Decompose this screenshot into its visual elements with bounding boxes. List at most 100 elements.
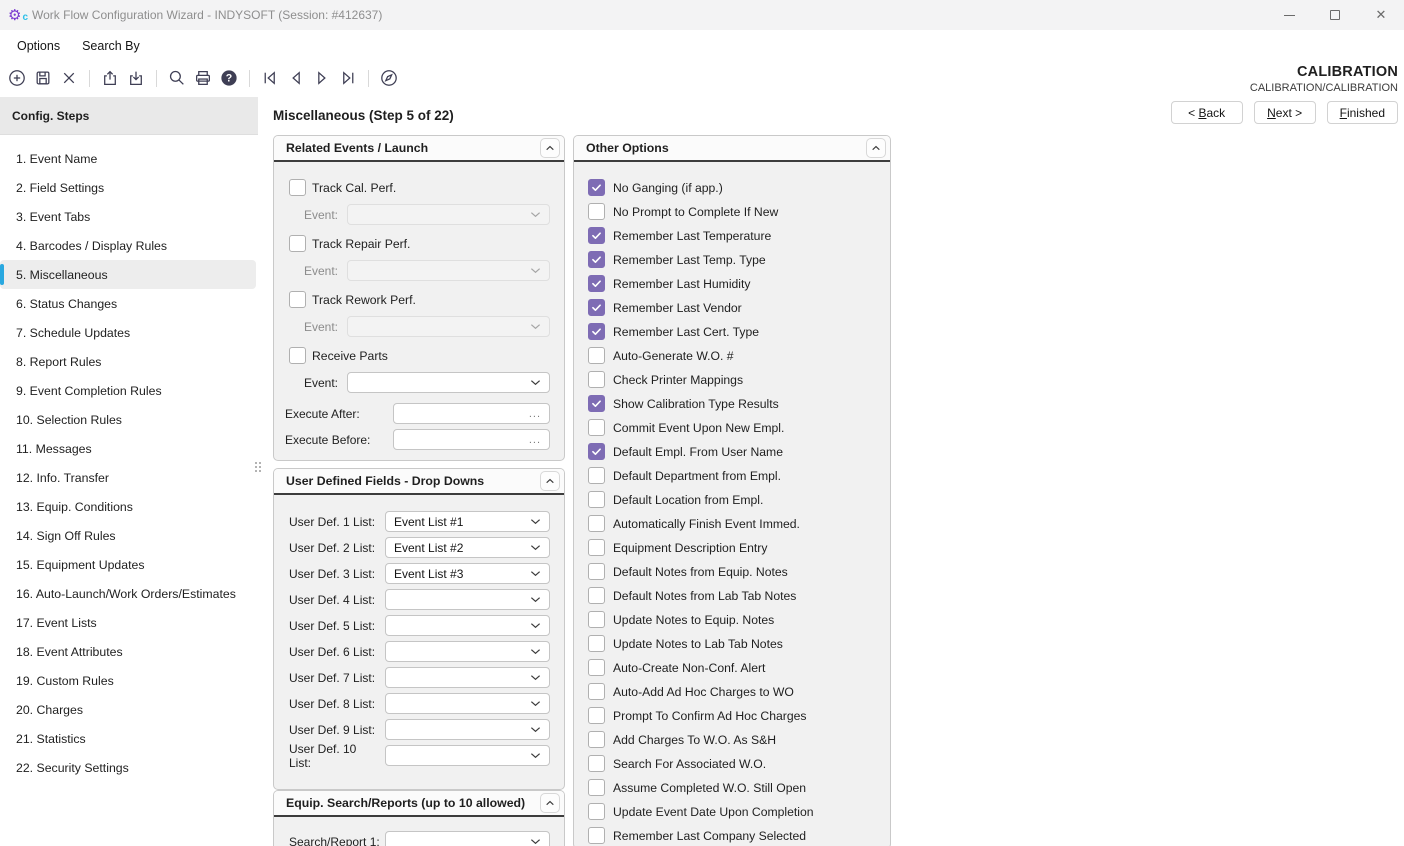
sidebar-step-item[interactable]: 5. Miscellaneous xyxy=(0,260,256,289)
user-def-list-dropdown[interactable] xyxy=(385,589,550,610)
option-row[interactable]: Remember Last Temp. Type xyxy=(588,251,880,268)
sidebar-step-item[interactable]: 2. Field Settings xyxy=(0,173,256,202)
track-option-row[interactable]: Track Repair Perf. xyxy=(289,235,550,252)
track-option-row[interactable]: Track Cal. Perf. xyxy=(289,179,550,196)
sidebar-step-item[interactable]: 4. Barcodes / Display Rules xyxy=(0,231,256,260)
option-row[interactable]: Default Location from Empl. xyxy=(588,491,880,508)
checkbox[interactable] xyxy=(588,539,605,556)
checkbox[interactable] xyxy=(588,587,605,604)
option-row[interactable]: Remember Last Temperature xyxy=(588,227,880,244)
close-button[interactable]: ✕ xyxy=(1358,0,1404,30)
checkbox[interactable] xyxy=(588,395,605,412)
sidebar-step-item[interactable]: 12. Info. Transfer xyxy=(0,463,256,492)
checkbox[interactable] xyxy=(588,251,605,268)
checkbox[interactable] xyxy=(289,179,306,196)
checkbox[interactable] xyxy=(588,707,605,724)
user-def-list-dropdown[interactable]: Event List #1 xyxy=(385,511,550,532)
user-def-list-dropdown[interactable] xyxy=(385,745,550,766)
menu-search-by[interactable]: Search By xyxy=(82,39,140,53)
checkbox[interactable] xyxy=(588,203,605,220)
minimize-button[interactable] xyxy=(1266,0,1312,30)
finished-button[interactable]: Finished xyxy=(1327,101,1398,124)
checkbox[interactable] xyxy=(588,467,605,484)
option-row[interactable]: Check Printer Mappings xyxy=(588,371,880,388)
user-def-list-dropdown[interactable] xyxy=(385,693,550,714)
ellipsis-button[interactable]: ... xyxy=(529,408,541,420)
checkbox[interactable] xyxy=(289,291,306,308)
checkbox[interactable] xyxy=(588,347,605,364)
track-option-row[interactable]: Track Rework Perf. xyxy=(289,291,550,308)
checkbox[interactable] xyxy=(588,299,605,316)
nav-first-icon[interactable] xyxy=(260,68,280,88)
help-icon[interactable]: ? xyxy=(219,68,239,88)
splitter-grip-icon[interactable] xyxy=(255,462,261,476)
checkbox[interactable] xyxy=(588,179,605,196)
user-def-list-dropdown[interactable]: Event List #3 xyxy=(385,563,550,584)
import-icon[interactable] xyxy=(126,68,146,88)
option-row[interactable]: Remember Last Vendor xyxy=(588,299,880,316)
option-row[interactable]: Update Notes to Lab Tab Notes xyxy=(588,635,880,652)
sidebar-step-item[interactable]: 9. Event Completion Rules xyxy=(0,376,256,405)
sidebar-step-item[interactable]: 13. Equip. Conditions xyxy=(0,492,256,521)
option-row[interactable]: Default Notes from Lab Tab Notes xyxy=(588,587,880,604)
event-dropdown[interactable] xyxy=(347,204,550,225)
option-row[interactable]: Auto-Create Non-Conf. Alert xyxy=(588,659,880,676)
option-row[interactable]: Remember Last Cert. Type xyxy=(588,323,880,340)
sidebar-step-item[interactable]: 22. Security Settings xyxy=(0,753,256,782)
checkbox[interactable] xyxy=(588,611,605,628)
sidebar-step-item[interactable]: 6. Status Changes xyxy=(0,289,256,318)
option-row[interactable]: Update Notes to Equip. Notes xyxy=(588,611,880,628)
checkbox[interactable] xyxy=(588,227,605,244)
next-button[interactable]: Next > xyxy=(1254,101,1316,124)
option-row[interactable]: Prompt To Confirm Ad Hoc Charges xyxy=(588,707,880,724)
checkbox[interactable] xyxy=(588,419,605,436)
sidebar-step-item[interactable]: 15. Equipment Updates xyxy=(0,550,256,579)
checkbox[interactable] xyxy=(588,491,605,508)
maximize-button[interactable] xyxy=(1312,0,1358,30)
option-row[interactable]: Default Empl. From User Name xyxy=(588,443,880,460)
user-def-list-dropdown[interactable]: Event List #2 xyxy=(385,537,550,558)
sidebar-step-item[interactable]: 14. Sign Off Rules xyxy=(0,521,256,550)
option-row[interactable]: No Ganging (if app.) xyxy=(588,179,880,196)
event-dropdown[interactable] xyxy=(347,260,550,281)
option-row[interactable]: Automatically Finish Event Immed. xyxy=(588,515,880,532)
option-row[interactable]: Remember Last Humidity xyxy=(588,275,880,292)
delete-icon[interactable] xyxy=(59,68,79,88)
nav-prev-icon[interactable] xyxy=(286,68,306,88)
checkbox[interactable] xyxy=(588,731,605,748)
collapse-button[interactable] xyxy=(540,138,560,158)
checkbox[interactable] xyxy=(588,443,605,460)
sidebar-step-item[interactable]: 7. Schedule Updates xyxy=(0,318,256,347)
checkbox[interactable] xyxy=(588,659,605,676)
sidebar-step-item[interactable]: 16. Auto-Launch/Work Orders/Estimates xyxy=(0,579,256,608)
option-row[interactable]: Commit Event Upon New Empl. xyxy=(588,419,880,436)
checkbox[interactable] xyxy=(588,275,605,292)
sidebar-step-item[interactable]: 10. Selection Rules xyxy=(0,405,256,434)
option-row[interactable]: No Prompt to Complete If New xyxy=(588,203,880,220)
checkbox[interactable] xyxy=(588,515,605,532)
export-icon[interactable] xyxy=(100,68,120,88)
option-row[interactable]: Auto-Add Ad Hoc Charges to WO xyxy=(588,683,880,700)
sidebar-step-item[interactable]: 20. Charges xyxy=(0,695,256,724)
execute-after-field[interactable]: ... xyxy=(393,403,550,424)
option-row[interactable]: Assume Completed W.O. Still Open xyxy=(588,779,880,796)
track-option-row[interactable]: Receive Parts xyxy=(289,347,550,364)
checkbox[interactable] xyxy=(588,683,605,700)
sidebar-step-item[interactable]: 3. Event Tabs xyxy=(0,202,256,231)
sidebar-step-item[interactable]: 17. Event Lists xyxy=(0,608,256,637)
ellipsis-button[interactable]: ... xyxy=(529,434,541,446)
nav-next-icon[interactable] xyxy=(312,68,332,88)
checkbox[interactable] xyxy=(588,563,605,580)
checkbox[interactable] xyxy=(588,371,605,388)
search-icon[interactable] xyxy=(167,68,187,88)
checkbox[interactable] xyxy=(588,323,605,340)
user-def-list-dropdown[interactable] xyxy=(385,719,550,740)
option-row[interactable]: Equipment Description Entry xyxy=(588,539,880,556)
print-icon[interactable] xyxy=(193,68,213,88)
option-row[interactable]: Show Calibration Type Results xyxy=(588,395,880,412)
add-icon[interactable] xyxy=(7,68,27,88)
checkbox[interactable] xyxy=(588,755,605,772)
event-dropdown[interactable] xyxy=(347,316,550,337)
back-button[interactable]: < Back xyxy=(1171,101,1243,124)
compass-icon[interactable] xyxy=(379,68,399,88)
